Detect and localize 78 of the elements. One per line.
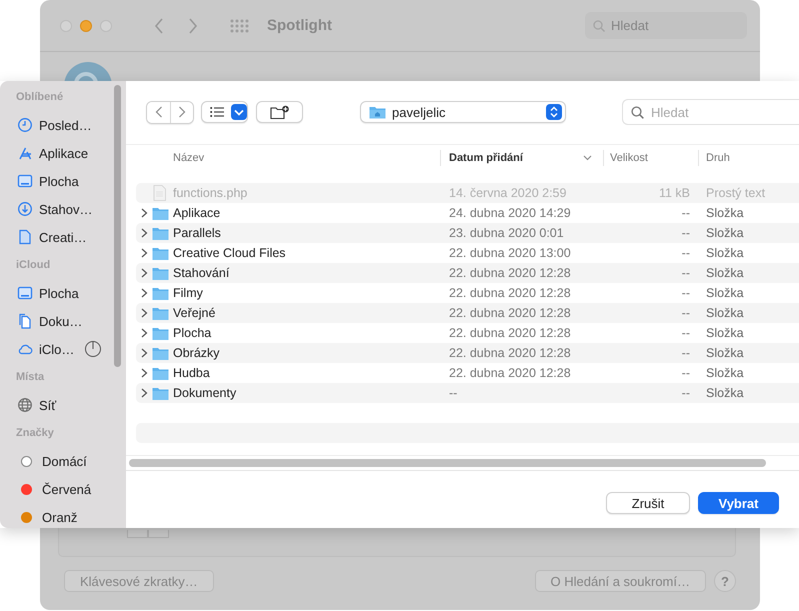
file-name: Veřejné	[173, 306, 216, 320]
sidebar-item[interactable]: Stahov…	[0, 195, 126, 223]
sidebar-item[interactable]: Aplikace	[0, 139, 126, 167]
file-name: Dokumenty	[173, 386, 238, 400]
file-size: --	[680, 226, 691, 240]
file-size: --	[680, 386, 691, 400]
location-popup[interactable]: paveljelic	[360, 101, 566, 123]
section-header: Místa	[15, 370, 46, 385]
file-kind: Složka	[705, 266, 745, 280]
date-added: 22. dubna 2020 12:28	[448, 306, 572, 320]
date-added: 22. dubna 2020 13:00	[448, 246, 572, 260]
file-size: --	[680, 346, 691, 360]
sidebar-item[interactable]: Oranž	[0, 503, 126, 528]
column-header[interactable]: Název	[173, 150, 440, 166]
file-name: functions.php	[173, 186, 248, 200]
file-row[interactable]: Filmy 22. dubna 2020 12:28 -- Složka	[136, 283, 799, 303]
section-header: iCloud	[15, 258, 52, 273]
cancel-button[interactable]: Zrušit	[606, 492, 690, 514]
file-row[interactable]: Obrázky 22. dubna 2020 12:28 -- Složka	[136, 343, 799, 363]
file-row[interactable]: Plocha 22. dubna 2020 12:28 -- Složka	[136, 323, 799, 343]
file-size: --	[680, 286, 691, 300]
file-name: Aplikace	[173, 206, 222, 220]
sidebar-item[interactable]: Síť	[0, 391, 126, 419]
file-row[interactable]: Hudba 22. dubna 2020 12:28 -- Složka	[136, 363, 799, 383]
column-header[interactable]: Druh	[698, 150, 799, 166]
file-row[interactable]: Aplikace 24. dubna 2020 14:29 -- Složka	[136, 203, 799, 223]
sidebar-item[interactable]: Doku…	[0, 307, 126, 335]
file-kind: Složka	[705, 286, 745, 300]
file-name: Hudba	[173, 366, 211, 380]
sidebar-item[interactable]: Posled…	[0, 111, 126, 139]
date-added: 22. dubna 2020 12:28	[448, 326, 572, 340]
date-added: 22. dubna 2020 12:28	[448, 366, 572, 380]
file-kind: Složka	[705, 346, 745, 360]
column-header[interactable]: Velikost	[603, 150, 698, 166]
sidebar-item[interactable]: Plocha	[0, 279, 126, 307]
sidebar-item[interactable]: Plocha	[0, 167, 126, 195]
date-added: 22. dubna 2020 12:28	[448, 286, 572, 300]
file-name: Creative Cloud Files	[173, 246, 287, 260]
sidebar-item[interactable]: Creati…	[0, 223, 126, 251]
date-added: --	[448, 386, 458, 400]
date-added: 22. dubna 2020 12:28	[448, 346, 572, 360]
sidebar-item[interactable]: Červená	[0, 475, 126, 503]
file-size: --	[680, 206, 691, 220]
section-header: Oblíbené	[15, 90, 64, 105]
file-kind: Složka	[705, 366, 745, 380]
file-size: 11 kB	[658, 186, 691, 200]
file-size: --	[680, 306, 691, 320]
date-added: 14. června 2020 2:59	[448, 186, 568, 200]
sidebar-item[interactable]: iClo…	[0, 335, 126, 363]
file-size: --	[680, 246, 691, 260]
file-size: --	[680, 266, 691, 280]
file-name: Stahování	[173, 266, 230, 280]
file-kind: Složka	[705, 226, 745, 240]
file-kind: Složka	[705, 386, 745, 400]
section-header: Značky	[15, 426, 55, 441]
choose-button[interactable]: Vybrat	[698, 492, 779, 514]
file-row[interactable]: Stahování 22. dubna 2020 12:28 -- Složka	[136, 263, 799, 283]
file-row[interactable]: Parallels 23. dubna 2020 0:01 -- Složka	[136, 223, 799, 243]
column-header[interactable]: Datum přidání	[440, 150, 603, 166]
file-name: Plocha	[173, 326, 212, 340]
file-name: Obrázky	[173, 346, 221, 360]
file-row[interactable]: Dokumenty -- -- Složka	[136, 383, 799, 403]
file-kind: Složka	[705, 206, 745, 220]
file-kind: Složka	[705, 326, 745, 340]
file-row[interactable]: Creative Cloud Files 22. dubna 2020 13:00 -- Složka	[136, 243, 799, 263]
file-kind: Složka	[705, 246, 745, 260]
file-row[interactable]: Veřejné 22. dubna 2020 12:28 -- Složka	[136, 303, 799, 323]
date-added: 24. dubna 2020 14:29	[448, 206, 572, 220]
sidebar-item[interactable]: Domácí	[0, 447, 126, 475]
date-added: 23. dubna 2020 0:01	[448, 226, 565, 240]
file-name: Filmy	[173, 286, 204, 300]
file-kind: Prostý text	[705, 186, 766, 200]
file-kind: Složka	[705, 306, 745, 320]
file-size: --	[680, 326, 691, 340]
window-title: Spotlight	[267, 17, 332, 34]
file-size: --	[680, 366, 691, 380]
date-added: 22. dubna 2020 12:28	[448, 266, 572, 280]
file-name: Parallels	[173, 226, 222, 240]
